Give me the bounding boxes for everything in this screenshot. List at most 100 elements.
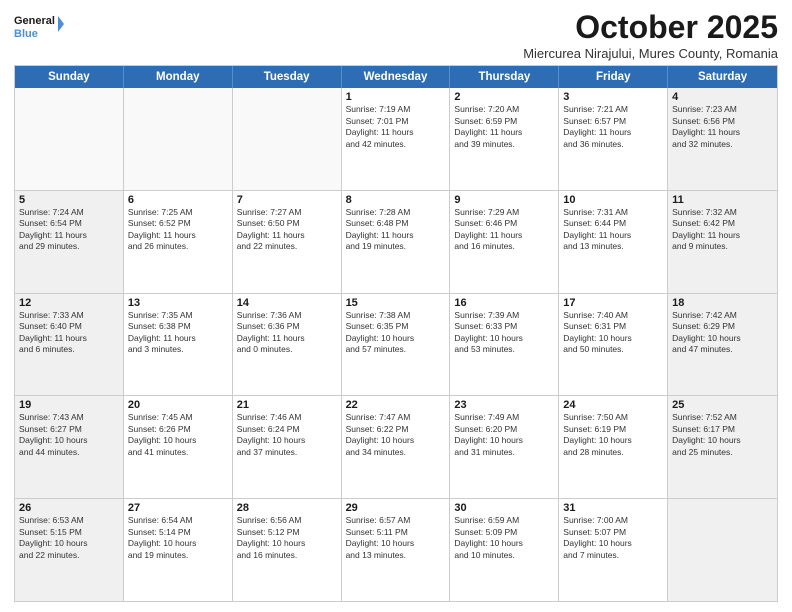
day-info: Sunrise: 7:45 AM Sunset: 6:26 PM Dayligh… bbox=[128, 412, 228, 458]
day-cell-8: 8Sunrise: 7:28 AM Sunset: 6:48 PM Daylig… bbox=[342, 191, 451, 293]
svg-text:General: General bbox=[14, 15, 55, 27]
day-cell-17: 17Sunrise: 7:40 AM Sunset: 6:31 PM Dayli… bbox=[559, 294, 668, 396]
calendar-body: 1Sunrise: 7:19 AM Sunset: 7:01 PM Daylig… bbox=[15, 88, 777, 601]
location: Miercurea Nirajului, Mures County, Roman… bbox=[523, 46, 778, 61]
day-number: 12 bbox=[19, 297, 119, 309]
day-cell-18: 18Sunrise: 7:42 AM Sunset: 6:29 PM Dayli… bbox=[668, 294, 777, 396]
day-cell-5: 5Sunrise: 7:24 AM Sunset: 6:54 PM Daylig… bbox=[15, 191, 124, 293]
day-info: Sunrise: 7:21 AM Sunset: 6:57 PM Dayligh… bbox=[563, 104, 663, 150]
logo: General Blue bbox=[14, 10, 64, 46]
header-day-friday: Friday bbox=[559, 66, 668, 88]
day-number: 19 bbox=[19, 399, 119, 411]
day-cell-21: 21Sunrise: 7:46 AM Sunset: 6:24 PM Dayli… bbox=[233, 396, 342, 498]
day-number: 23 bbox=[454, 399, 554, 411]
day-cell-1: 1Sunrise: 7:19 AM Sunset: 7:01 PM Daylig… bbox=[342, 88, 451, 190]
header-day-sunday: Sunday bbox=[15, 66, 124, 88]
calendar-row-4: 26Sunrise: 6:53 AM Sunset: 5:15 PM Dayli… bbox=[15, 498, 777, 601]
day-cell-2: 2Sunrise: 7:20 AM Sunset: 6:59 PM Daylig… bbox=[450, 88, 559, 190]
day-cell-6: 6Sunrise: 7:25 AM Sunset: 6:52 PM Daylig… bbox=[124, 191, 233, 293]
day-cell-14: 14Sunrise: 7:36 AM Sunset: 6:36 PM Dayli… bbox=[233, 294, 342, 396]
day-cell-3: 3Sunrise: 7:21 AM Sunset: 6:57 PM Daylig… bbox=[559, 88, 668, 190]
day-number: 16 bbox=[454, 297, 554, 309]
day-number: 27 bbox=[128, 502, 228, 514]
day-info: Sunrise: 7:25 AM Sunset: 6:52 PM Dayligh… bbox=[128, 207, 228, 253]
day-number: 14 bbox=[237, 297, 337, 309]
day-cell-12: 12Sunrise: 7:33 AM Sunset: 6:40 PM Dayli… bbox=[15, 294, 124, 396]
day-info: Sunrise: 7:40 AM Sunset: 6:31 PM Dayligh… bbox=[563, 310, 663, 356]
day-info: Sunrise: 7:29 AM Sunset: 6:46 PM Dayligh… bbox=[454, 207, 554, 253]
day-cell-25: 25Sunrise: 7:52 AM Sunset: 6:17 PM Dayli… bbox=[668, 396, 777, 498]
day-number: 24 bbox=[563, 399, 663, 411]
day-cell-24: 24Sunrise: 7:50 AM Sunset: 6:19 PM Dayli… bbox=[559, 396, 668, 498]
day-cell-9: 9Sunrise: 7:29 AM Sunset: 6:46 PM Daylig… bbox=[450, 191, 559, 293]
day-info: Sunrise: 7:32 AM Sunset: 6:42 PM Dayligh… bbox=[672, 207, 773, 253]
calendar-row-2: 12Sunrise: 7:33 AM Sunset: 6:40 PM Dayli… bbox=[15, 293, 777, 396]
day-cell-15: 15Sunrise: 7:38 AM Sunset: 6:35 PM Dayli… bbox=[342, 294, 451, 396]
header-day-monday: Monday bbox=[124, 66, 233, 88]
day-info: Sunrise: 6:59 AM Sunset: 5:09 PM Dayligh… bbox=[454, 515, 554, 561]
day-info: Sunrise: 6:54 AM Sunset: 5:14 PM Dayligh… bbox=[128, 515, 228, 561]
day-info: Sunrise: 7:24 AM Sunset: 6:54 PM Dayligh… bbox=[19, 207, 119, 253]
day-info: Sunrise: 7:46 AM Sunset: 6:24 PM Dayligh… bbox=[237, 412, 337, 458]
day-info: Sunrise: 7:00 AM Sunset: 5:07 PM Dayligh… bbox=[563, 515, 663, 561]
day-info: Sunrise: 7:35 AM Sunset: 6:38 PM Dayligh… bbox=[128, 310, 228, 356]
day-cell-28: 28Sunrise: 6:56 AM Sunset: 5:12 PM Dayli… bbox=[233, 499, 342, 601]
day-cell-30: 30Sunrise: 6:59 AM Sunset: 5:09 PM Dayli… bbox=[450, 499, 559, 601]
day-info: Sunrise: 7:36 AM Sunset: 6:36 PM Dayligh… bbox=[237, 310, 337, 356]
day-cell-27: 27Sunrise: 6:54 AM Sunset: 5:14 PM Dayli… bbox=[124, 499, 233, 601]
day-number: 2 bbox=[454, 91, 554, 103]
day-info: Sunrise: 6:56 AM Sunset: 5:12 PM Dayligh… bbox=[237, 515, 337, 561]
day-number: 1 bbox=[346, 91, 446, 103]
day-info: Sunrise: 7:31 AM Sunset: 6:44 PM Dayligh… bbox=[563, 207, 663, 253]
day-info: Sunrise: 7:47 AM Sunset: 6:22 PM Dayligh… bbox=[346, 412, 446, 458]
day-info: Sunrise: 7:38 AM Sunset: 6:35 PM Dayligh… bbox=[346, 310, 446, 356]
day-info: Sunrise: 7:52 AM Sunset: 6:17 PM Dayligh… bbox=[672, 412, 773, 458]
svg-text:Blue: Blue bbox=[14, 28, 38, 40]
day-number: 29 bbox=[346, 502, 446, 514]
header-day-saturday: Saturday bbox=[668, 66, 777, 88]
day-cell-19: 19Sunrise: 7:43 AM Sunset: 6:27 PM Dayli… bbox=[15, 396, 124, 498]
title-block: October 2025 Miercurea Nirajului, Mures … bbox=[523, 10, 778, 61]
day-cell-7: 7Sunrise: 7:27 AM Sunset: 6:50 PM Daylig… bbox=[233, 191, 342, 293]
day-number: 3 bbox=[563, 91, 663, 103]
day-cell-20: 20Sunrise: 7:45 AM Sunset: 6:26 PM Dayli… bbox=[124, 396, 233, 498]
day-info: Sunrise: 7:23 AM Sunset: 6:56 PM Dayligh… bbox=[672, 104, 773, 150]
calendar-row-1: 5Sunrise: 7:24 AM Sunset: 6:54 PM Daylig… bbox=[15, 190, 777, 293]
day-info: Sunrise: 7:39 AM Sunset: 6:33 PM Dayligh… bbox=[454, 310, 554, 356]
day-info: Sunrise: 6:57 AM Sunset: 5:11 PM Dayligh… bbox=[346, 515, 446, 561]
day-cell-16: 16Sunrise: 7:39 AM Sunset: 6:33 PM Dayli… bbox=[450, 294, 559, 396]
header-day-wednesday: Wednesday bbox=[342, 66, 451, 88]
day-cell-13: 13Sunrise: 7:35 AM Sunset: 6:38 PM Dayli… bbox=[124, 294, 233, 396]
empty-cell-0-2 bbox=[233, 88, 342, 190]
day-number: 6 bbox=[128, 194, 228, 206]
day-number: 10 bbox=[563, 194, 663, 206]
day-number: 9 bbox=[454, 194, 554, 206]
day-cell-11: 11Sunrise: 7:32 AM Sunset: 6:42 PM Dayli… bbox=[668, 191, 777, 293]
day-number: 26 bbox=[19, 502, 119, 514]
day-info: Sunrise: 7:27 AM Sunset: 6:50 PM Dayligh… bbox=[237, 207, 337, 253]
month-title: October 2025 bbox=[523, 10, 778, 45]
day-number: 4 bbox=[672, 91, 773, 103]
day-number: 30 bbox=[454, 502, 554, 514]
day-cell-10: 10Sunrise: 7:31 AM Sunset: 6:44 PM Dayli… bbox=[559, 191, 668, 293]
header-day-tuesday: Tuesday bbox=[233, 66, 342, 88]
day-number: 15 bbox=[346, 297, 446, 309]
day-number: 21 bbox=[237, 399, 337, 411]
calendar-header: SundayMondayTuesdayWednesdayThursdayFrid… bbox=[15, 66, 777, 88]
calendar-row-0: 1Sunrise: 7:19 AM Sunset: 7:01 PM Daylig… bbox=[15, 88, 777, 190]
day-number: 13 bbox=[128, 297, 228, 309]
day-number: 17 bbox=[563, 297, 663, 309]
day-number: 28 bbox=[237, 502, 337, 514]
day-cell-22: 22Sunrise: 7:47 AM Sunset: 6:22 PM Dayli… bbox=[342, 396, 451, 498]
day-number: 7 bbox=[237, 194, 337, 206]
day-number: 31 bbox=[563, 502, 663, 514]
day-info: Sunrise: 7:33 AM Sunset: 6:40 PM Dayligh… bbox=[19, 310, 119, 356]
day-cell-4: 4Sunrise: 7:23 AM Sunset: 6:56 PM Daylig… bbox=[668, 88, 777, 190]
calendar-row-3: 19Sunrise: 7:43 AM Sunset: 6:27 PM Dayli… bbox=[15, 395, 777, 498]
empty-cell-0-1 bbox=[124, 88, 233, 190]
day-cell-26: 26Sunrise: 6:53 AM Sunset: 5:15 PM Dayli… bbox=[15, 499, 124, 601]
day-info: Sunrise: 7:50 AM Sunset: 6:19 PM Dayligh… bbox=[563, 412, 663, 458]
day-number: 22 bbox=[346, 399, 446, 411]
day-number: 25 bbox=[672, 399, 773, 411]
day-info: Sunrise: 7:20 AM Sunset: 6:59 PM Dayligh… bbox=[454, 104, 554, 150]
